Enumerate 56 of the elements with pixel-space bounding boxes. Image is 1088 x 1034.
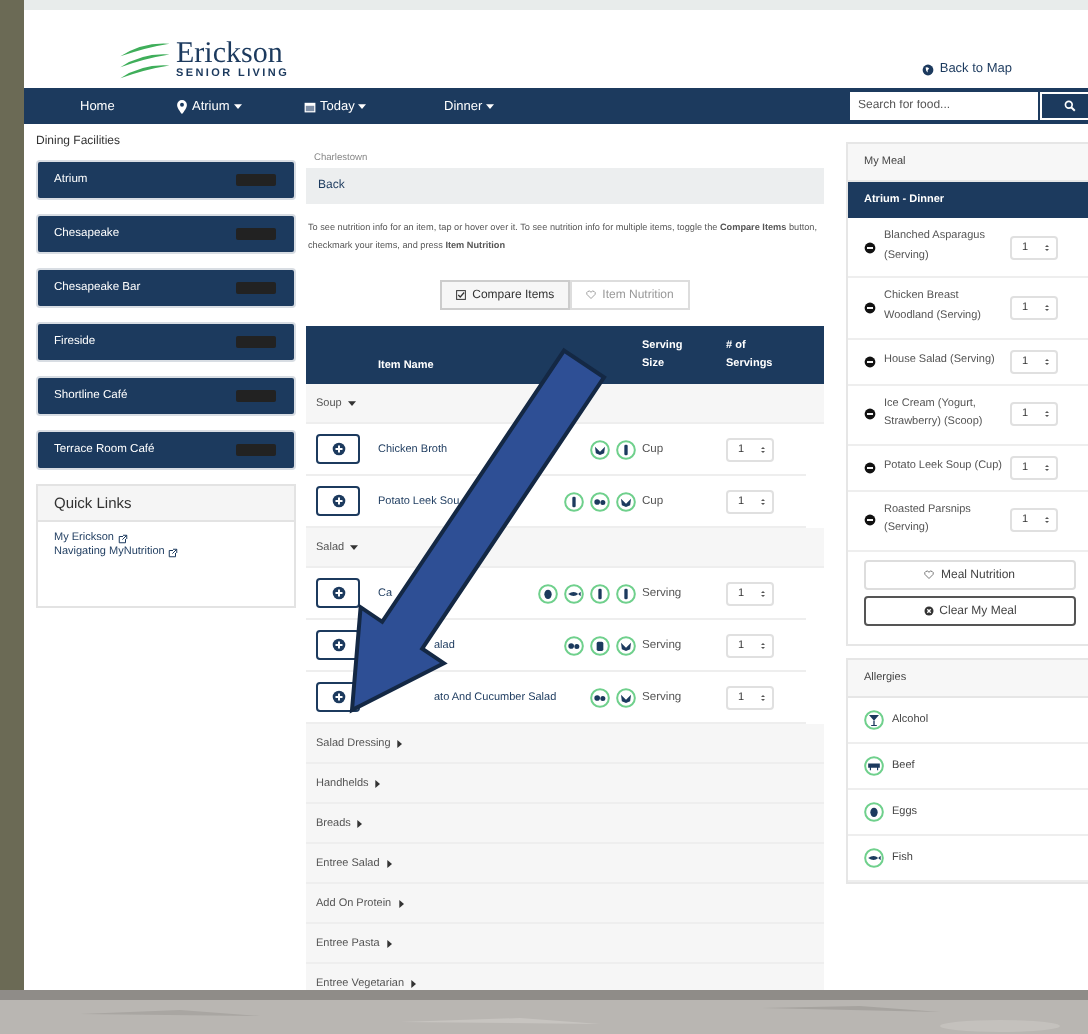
- heart-icon: [586, 290, 597, 301]
- plus-circle-icon: [331, 638, 345, 653]
- plus-circle-icon: [331, 690, 345, 705]
- add-button[interactable]: [316, 434, 360, 465]
- redacted-badge: [236, 282, 276, 294]
- caret-icon: [356, 819, 365, 828]
- add-button[interactable]: [316, 486, 360, 517]
- plus-circle-icon: [331, 586, 345, 601]
- fish-icon: [864, 848, 884, 868]
- caret-icon: [374, 779, 383, 788]
- external-link-icon: [168, 547, 179, 557]
- remove-icon[interactable]: [864, 241, 876, 254]
- egg-icon: [538, 583, 558, 604]
- redacted-badge: [236, 390, 276, 402]
- remove-icon[interactable]: [864, 461, 876, 474]
- globe-icon: [921, 63, 934, 75]
- search-button[interactable]: [1040, 92, 1088, 120]
- checkbox-icon: [456, 290, 467, 301]
- clear-icon: [923, 606, 934, 616]
- beans-icon: [590, 491, 610, 512]
- beans-icon: [564, 635, 584, 656]
- add-button[interactable]: [316, 578, 360, 609]
- heart-icon: [924, 570, 935, 580]
- beef-icon: [864, 756, 884, 776]
- redacted-badge: [236, 228, 276, 240]
- caret-icon: [350, 543, 359, 552]
- caret-icon: [385, 859, 394, 868]
- alcohol-icon: [864, 710, 884, 730]
- external-link-icon: [117, 533, 128, 543]
- plus-circle-icon: [331, 494, 345, 509]
- beans-icon: [590, 687, 610, 708]
- redacted-badge: [236, 444, 276, 456]
- caret-icon: [385, 939, 394, 948]
- remove-icon[interactable]: [864, 355, 876, 367]
- caret-icon: [397, 899, 406, 908]
- redacted-badge: [236, 336, 276, 348]
- remove-icon[interactable]: [864, 514, 876, 527]
- caret-icon: [486, 103, 495, 109]
- jar-icon: [590, 635, 610, 656]
- logo-wordmark: Erickson: [176, 39, 283, 69]
- caret-icon: [396, 739, 405, 748]
- caret-icon: [347, 399, 356, 408]
- plus-circle-icon: [331, 442, 345, 457]
- caret-icon: [233, 103, 242, 109]
- fish-icon: [564, 583, 584, 604]
- calendar-icon: [304, 99, 316, 113]
- redacted-badge: [236, 174, 276, 186]
- up-down-icon: [1044, 357, 1050, 365]
- logo-swoosh-icon: [116, 39, 172, 80]
- search-icon: [1064, 100, 1076, 112]
- egg-icon: [864, 802, 884, 822]
- caret-icon: [358, 103, 367, 109]
- remove-icon[interactable]: [864, 408, 876, 421]
- map-pin-icon: [176, 99, 188, 113]
- remove-icon[interactable]: [864, 301, 876, 314]
- add-button[interactable]: [316, 630, 360, 661]
